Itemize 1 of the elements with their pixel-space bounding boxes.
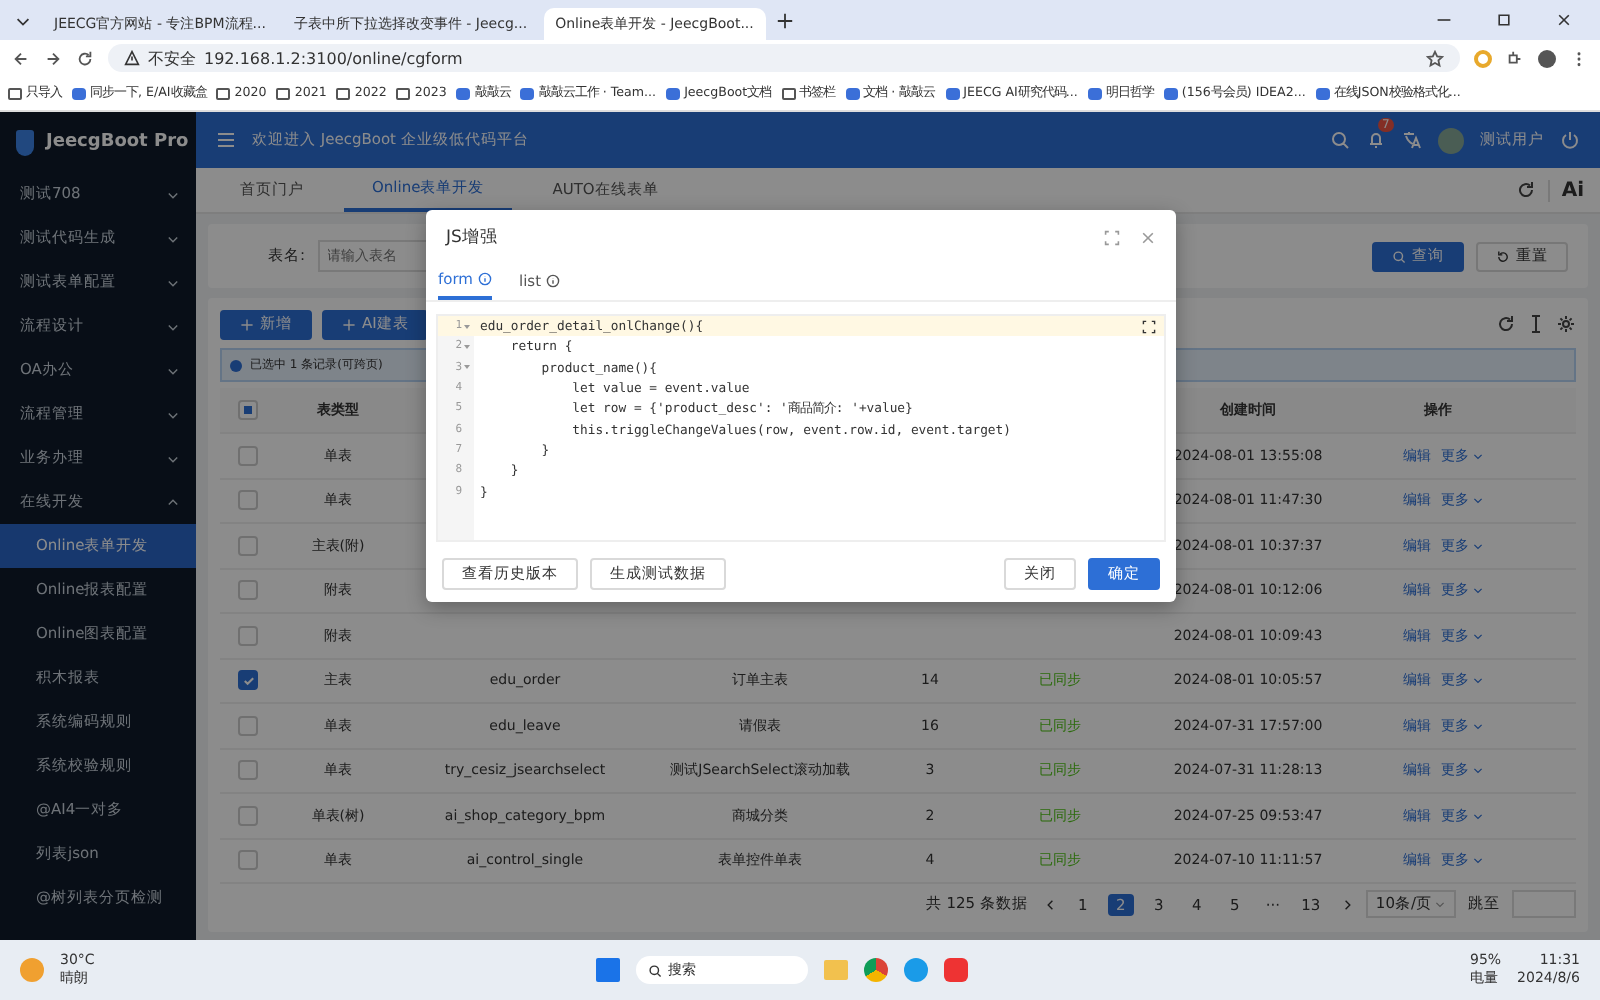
app-logo-text: JeecgBoot Pro [46,132,189,152]
